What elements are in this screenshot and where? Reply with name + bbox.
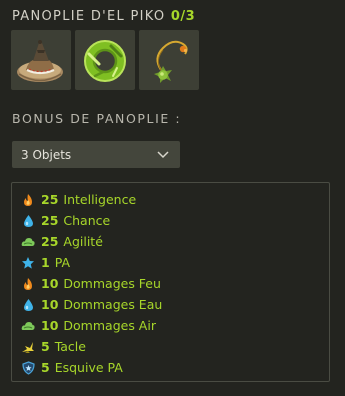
water-damage-icon bbox=[21, 298, 35, 312]
spiked-amulet-icon bbox=[154, 40, 188, 83]
bonus-line: 10 Dommages Feu bbox=[21, 273, 329, 294]
bonus-label: Chance bbox=[63, 213, 111, 228]
bonus-line: 25 Chance bbox=[21, 210, 329, 231]
fire-damage-icon bbox=[21, 277, 35, 291]
bonus-list: 25 Intelligence 25 Chance 25 Agilité 1 P… bbox=[11, 182, 330, 382]
bonus-value: 1 bbox=[41, 255, 50, 270]
bonus-line: 5 Esquive PA bbox=[21, 357, 329, 378]
air-agility-icon bbox=[21, 235, 35, 249]
bonus-value: 25 bbox=[41, 213, 59, 228]
set-items-row bbox=[11, 30, 199, 90]
sombrero-hat-icon bbox=[17, 40, 63, 82]
water-chance-icon bbox=[21, 214, 35, 228]
tackle-icon bbox=[21, 340, 35, 354]
bonus-value: 10 bbox=[41, 297, 59, 312]
bonus-line: 5 Tacle bbox=[21, 336, 329, 357]
bonus-line: 10 Dommages Eau bbox=[21, 294, 329, 315]
bonus-line: 25 Intelligence bbox=[21, 189, 329, 210]
bonus-value: 5 bbox=[41, 339, 50, 354]
bonus-label: Dommages Air bbox=[63, 318, 156, 333]
green-belt-ring-icon bbox=[84, 40, 126, 82]
bonus-value: 5 bbox=[41, 360, 50, 375]
item-slot-hat[interactable] bbox=[11, 30, 71, 90]
set-progress-count: 0/3 bbox=[170, 9, 196, 24]
objects-count-select[interactable]: 3 Objets bbox=[12, 141, 180, 168]
bonus-label: Tacle bbox=[54, 339, 86, 354]
bonus-line: 1 PA bbox=[21, 252, 329, 273]
bonus-value: 25 bbox=[41, 234, 59, 249]
item-slot-amulet[interactable] bbox=[139, 30, 199, 90]
bonus-line: 10 Dommages Air bbox=[21, 315, 329, 336]
bonus-label: Intelligence bbox=[63, 192, 137, 207]
bonus-line: 25 Agilité bbox=[21, 231, 329, 252]
shield-star-icon bbox=[21, 360, 35, 375]
bonus-value: 10 bbox=[41, 318, 59, 333]
bonus-value: 25 bbox=[41, 192, 59, 207]
bonus-label: Esquive PA bbox=[54, 360, 123, 375]
bonus-label: PA bbox=[54, 255, 70, 270]
set-header: PANOPLIE D'EL PIKO 0/3 bbox=[12, 9, 195, 24]
star-pa-icon bbox=[21, 256, 35, 270]
bonus-label: Dommages Eau bbox=[63, 297, 163, 312]
chevron-down-icon bbox=[156, 148, 170, 162]
bonus-value: 10 bbox=[41, 276, 59, 291]
fire-intelligence-icon bbox=[21, 193, 35, 207]
bonus-label: Dommages Feu bbox=[63, 276, 161, 291]
objects-count-selected: 3 Objets bbox=[21, 147, 72, 162]
item-slot-belt[interactable] bbox=[75, 30, 135, 90]
air-damage-icon bbox=[21, 319, 35, 333]
bonus-section-title: BONUS DE PANOPLIE : bbox=[12, 111, 182, 126]
bonus-label: Agilité bbox=[63, 234, 103, 249]
set-title: PANOPLIE D'EL PIKO bbox=[12, 9, 166, 24]
